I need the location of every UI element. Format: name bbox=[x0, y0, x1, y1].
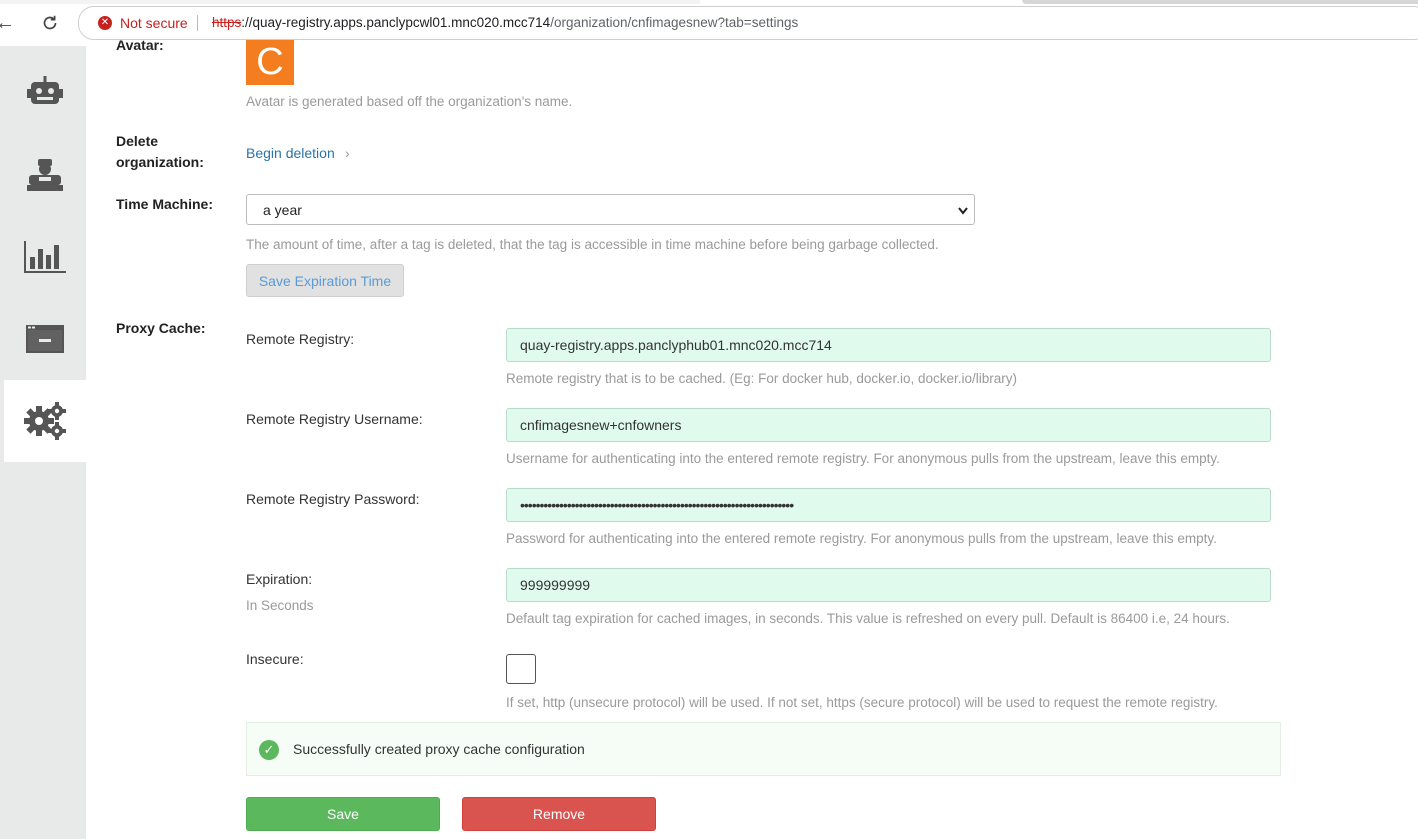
remote-registry-password-input[interactable]: ••••••••••••••••••••••••••••••••••••••••… bbox=[506, 488, 1271, 522]
delete-org-label-line2: organization: bbox=[116, 154, 204, 170]
check-circle-icon: ✓ bbox=[259, 740, 279, 760]
time-machine-select[interactable]: a year bbox=[246, 194, 975, 225]
sidebar-item-settings[interactable] bbox=[4, 380, 86, 462]
browser-toolbar: ← ✕ Not secure https://quay-registry.app… bbox=[0, 0, 1418, 46]
organization-avatar: C bbox=[246, 40, 294, 85]
sidebar-item-robots[interactable] bbox=[4, 52, 86, 134]
reload-icon[interactable] bbox=[37, 10, 63, 36]
remote-registry-username-input[interactable]: cnfimagesnew+cnfowners bbox=[506, 408, 1271, 442]
begin-deletion-link[interactable]: Begin deletion bbox=[246, 145, 335, 161]
save-button[interactable]: Save bbox=[246, 797, 440, 831]
sidebar-item-usage-logs[interactable] bbox=[4, 216, 86, 298]
remote-registry-label: Remote Registry: bbox=[246, 331, 355, 347]
not-secure-warning-icon[interactable]: ✕ bbox=[98, 16, 112, 30]
success-alert: ✓ Successfully created proxy cache confi… bbox=[246, 722, 1281, 776]
applications-icon bbox=[26, 325, 64, 353]
back-arrow-icon[interactable]: ← bbox=[0, 10, 18, 36]
time-machine-label: Time Machine: bbox=[116, 196, 213, 212]
expiration-input[interactable]: 999999999 bbox=[506, 568, 1271, 602]
remote-registry-help: Remote registry that is to be cached. (E… bbox=[506, 371, 1017, 386]
delete-org-label: Delete organization: bbox=[116, 131, 204, 173]
time-machine-help: The amount of time, after a tag is delet… bbox=[246, 237, 939, 252]
url-scheme: https bbox=[212, 15, 242, 30]
remote-registry-password-help: Password for authenticating into the ent… bbox=[506, 531, 1217, 546]
expiration-units-note: In Seconds bbox=[246, 598, 314, 613]
robot-icon bbox=[27, 76, 63, 104]
expiration-label: Expiration: bbox=[246, 571, 313, 587]
usage-logs-icon bbox=[24, 241, 66, 273]
organization-sidebar bbox=[0, 46, 86, 839]
proxy-cache-label: Proxy Cache: bbox=[116, 320, 206, 336]
tab-strip-right bbox=[1022, 0, 1418, 4]
expiration-help: Default tag expiration for cached images… bbox=[506, 611, 1230, 626]
url-text[interactable]: https://quay-registry.apps.panclypcwl01.… bbox=[212, 15, 798, 30]
avatar-help: Avatar is generated based off the organi… bbox=[246, 94, 573, 109]
time-machine-selected-value: a year bbox=[263, 202, 302, 218]
remote-registry-password-label: Remote Registry Password: bbox=[246, 491, 420, 507]
sidebar-item-teams[interactable] bbox=[4, 134, 86, 216]
user-teams-icon bbox=[27, 159, 63, 191]
remove-button[interactable]: Remove bbox=[462, 797, 656, 831]
settings-gears-icon bbox=[24, 402, 66, 440]
chevron-right-icon: › bbox=[345, 145, 350, 161]
delete-org-label-line1: Delete bbox=[116, 133, 159, 149]
security-status[interactable]: Not secure bbox=[120, 15, 188, 31]
insecure-checkbox[interactable] bbox=[506, 654, 536, 684]
success-alert-message: Successfully created proxy cache configu… bbox=[293, 741, 585, 757]
remote-registry-username-label: Remote Registry Username: bbox=[246, 411, 423, 427]
avatar-label: Avatar: bbox=[116, 37, 164, 53]
address-bar[interactable]: ✕ Not secure https://quay-registry.apps.… bbox=[78, 6, 1418, 40]
sidebar-item-applications[interactable] bbox=[4, 298, 86, 380]
remote-registry-username-help: Username for authenticating into the ent… bbox=[506, 451, 1220, 466]
url-host: ://quay-registry.apps.panclypcwl01.mnc02… bbox=[241, 15, 551, 30]
tab-strip bbox=[0, 0, 700, 4]
chevron-down-icon bbox=[958, 195, 968, 239]
save-expiration-time-button[interactable]: Save Expiration Time bbox=[246, 264, 404, 297]
url-path: /organization/cnfimagesnew?tab=settings bbox=[550, 15, 799, 30]
insecure-help: If set, http (unsecure protocol) will be… bbox=[506, 695, 1218, 710]
omnibox-divider bbox=[197, 15, 198, 31]
insecure-label: Insecure: bbox=[246, 651, 304, 667]
remote-registry-input[interactable]: quay-registry.apps.panclyphub01.mnc020.m… bbox=[506, 328, 1271, 362]
